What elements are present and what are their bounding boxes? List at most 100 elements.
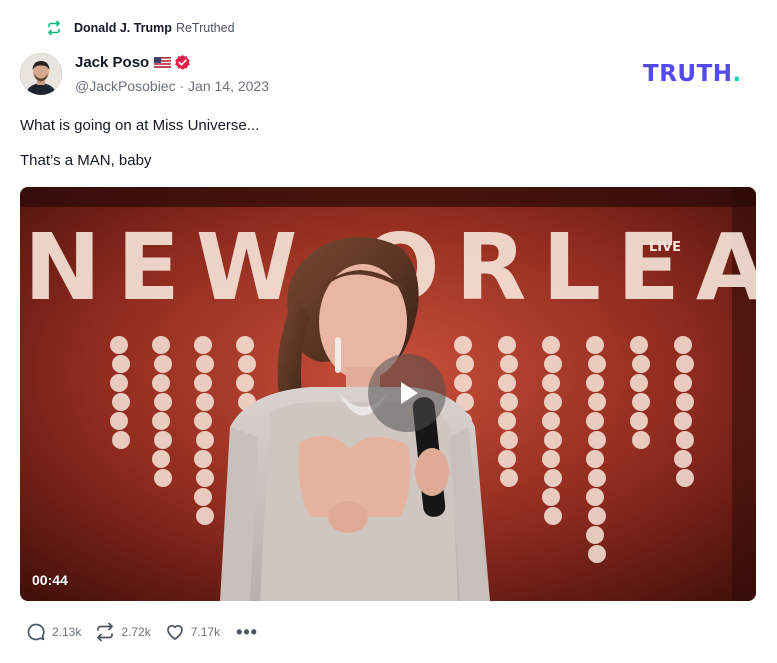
post-text-line-2: That’s a MAN, baby bbox=[20, 152, 152, 169]
stage-light bbox=[588, 545, 606, 563]
stage-light bbox=[588, 393, 606, 411]
stage-light bbox=[152, 374, 170, 392]
stage-light bbox=[542, 450, 560, 468]
play-icon bbox=[401, 382, 418, 404]
logo-dot: . bbox=[732, 61, 742, 87]
truth-logo[interactable]: TRUTH. bbox=[643, 61, 742, 87]
stage-light bbox=[544, 507, 562, 525]
stage-light bbox=[674, 450, 692, 468]
stage-light bbox=[196, 431, 214, 449]
stage-light bbox=[500, 431, 518, 449]
stage-light bbox=[676, 431, 694, 449]
stage-light bbox=[588, 469, 606, 487]
video-duration: 00:44 bbox=[32, 572, 68, 588]
heart-icon bbox=[166, 625, 183, 640]
stage-light bbox=[500, 469, 518, 487]
stage-light bbox=[194, 450, 212, 468]
stage-light bbox=[152, 450, 170, 468]
stage-light bbox=[586, 412, 604, 430]
comment-icon bbox=[27, 623, 45, 641]
stage-light bbox=[632, 355, 650, 373]
stage-light bbox=[542, 488, 560, 506]
stage-light bbox=[196, 355, 214, 373]
stage-light bbox=[154, 355, 172, 373]
stage-light bbox=[238, 355, 256, 373]
stage-light bbox=[498, 336, 516, 354]
logo-text: TRUTH bbox=[643, 61, 733, 87]
stage-light bbox=[632, 393, 650, 411]
stage-light bbox=[112, 431, 130, 449]
stage-light bbox=[632, 431, 650, 449]
stage-light bbox=[194, 374, 212, 392]
stage-light bbox=[500, 393, 518, 411]
retruth-user[interactable]: Donald J. Trump bbox=[74, 21, 172, 35]
retruth-count: 2.72k bbox=[121, 625, 151, 639]
stage-light bbox=[674, 412, 692, 430]
stage-light bbox=[588, 355, 606, 373]
stage-light bbox=[544, 431, 562, 449]
stage-light bbox=[630, 412, 648, 430]
stage-light bbox=[500, 355, 518, 373]
stage-light bbox=[542, 374, 560, 392]
stage-light bbox=[154, 469, 172, 487]
reply-button[interactable]: 2.13k bbox=[26, 622, 81, 642]
stage-light bbox=[674, 336, 692, 354]
stage-light bbox=[236, 374, 254, 392]
stage-light bbox=[194, 488, 212, 506]
stage-light bbox=[544, 393, 562, 411]
like-count: 7.17k bbox=[190, 625, 221, 639]
like-button[interactable]: 7.17k bbox=[165, 622, 220, 642]
stage-light bbox=[544, 469, 562, 487]
stage-light bbox=[588, 431, 606, 449]
stage-light bbox=[112, 393, 130, 411]
stage-light bbox=[676, 469, 694, 487]
stage-light bbox=[196, 469, 214, 487]
stage-light bbox=[236, 336, 254, 354]
stage-light bbox=[498, 374, 516, 392]
stage-light bbox=[112, 355, 130, 373]
author-name[interactable]: Jack Poso bbox=[75, 54, 149, 71]
stage-light bbox=[542, 412, 560, 430]
retruth-icon bbox=[97, 622, 114, 642]
stage-light bbox=[454, 374, 472, 392]
stage-light bbox=[110, 374, 128, 392]
retruth-button[interactable]: 2.72k bbox=[95, 622, 151, 642]
avatar[interactable] bbox=[20, 53, 62, 95]
handle-date[interactable]: @JackPosobiec · Jan 14, 2023 bbox=[75, 78, 269, 94]
video-player[interactable]: NEW ORLEA LIVE 00:44 bbox=[20, 187, 756, 601]
stage-light bbox=[676, 355, 694, 373]
stage-light bbox=[498, 412, 516, 430]
post-text-line-1: What is going on at Miss Universe... bbox=[20, 117, 260, 134]
stage-light bbox=[674, 374, 692, 392]
stage-light bbox=[456, 355, 474, 373]
more-options-button[interactable]: ••• bbox=[236, 623, 258, 641]
play-button[interactable] bbox=[368, 354, 446, 432]
stage-light bbox=[154, 431, 172, 449]
stage-light bbox=[110, 412, 128, 430]
stage-light bbox=[542, 336, 560, 354]
action-bar: 2.13k 2.72k 7.17k ••• bbox=[26, 622, 258, 642]
live-label: LIVE bbox=[649, 240, 681, 255]
stage-light bbox=[196, 393, 214, 411]
author-row: Jack Poso bbox=[75, 54, 191, 71]
stage-light bbox=[544, 355, 562, 373]
stage-light bbox=[152, 336, 170, 354]
stage-light bbox=[152, 412, 170, 430]
stage-light bbox=[588, 507, 606, 525]
stage-light bbox=[194, 412, 212, 430]
stage-light bbox=[454, 336, 472, 354]
us-flag-icon bbox=[154, 57, 172, 68]
stage-light bbox=[154, 393, 172, 411]
stage-light bbox=[630, 374, 648, 392]
retruth-header: Donald J. Trump ReTruthed bbox=[46, 18, 235, 38]
stage-light bbox=[586, 526, 604, 544]
stage-light bbox=[196, 507, 214, 525]
stage-light bbox=[586, 450, 604, 468]
stage-light bbox=[498, 450, 516, 468]
stage-light bbox=[110, 336, 128, 354]
reply-count: 2.13k bbox=[52, 625, 82, 639]
stage-light bbox=[586, 336, 604, 354]
retruth-action-label: ReTruthed bbox=[175, 21, 235, 35]
stage-light bbox=[586, 488, 604, 506]
stage-light bbox=[630, 336, 648, 354]
